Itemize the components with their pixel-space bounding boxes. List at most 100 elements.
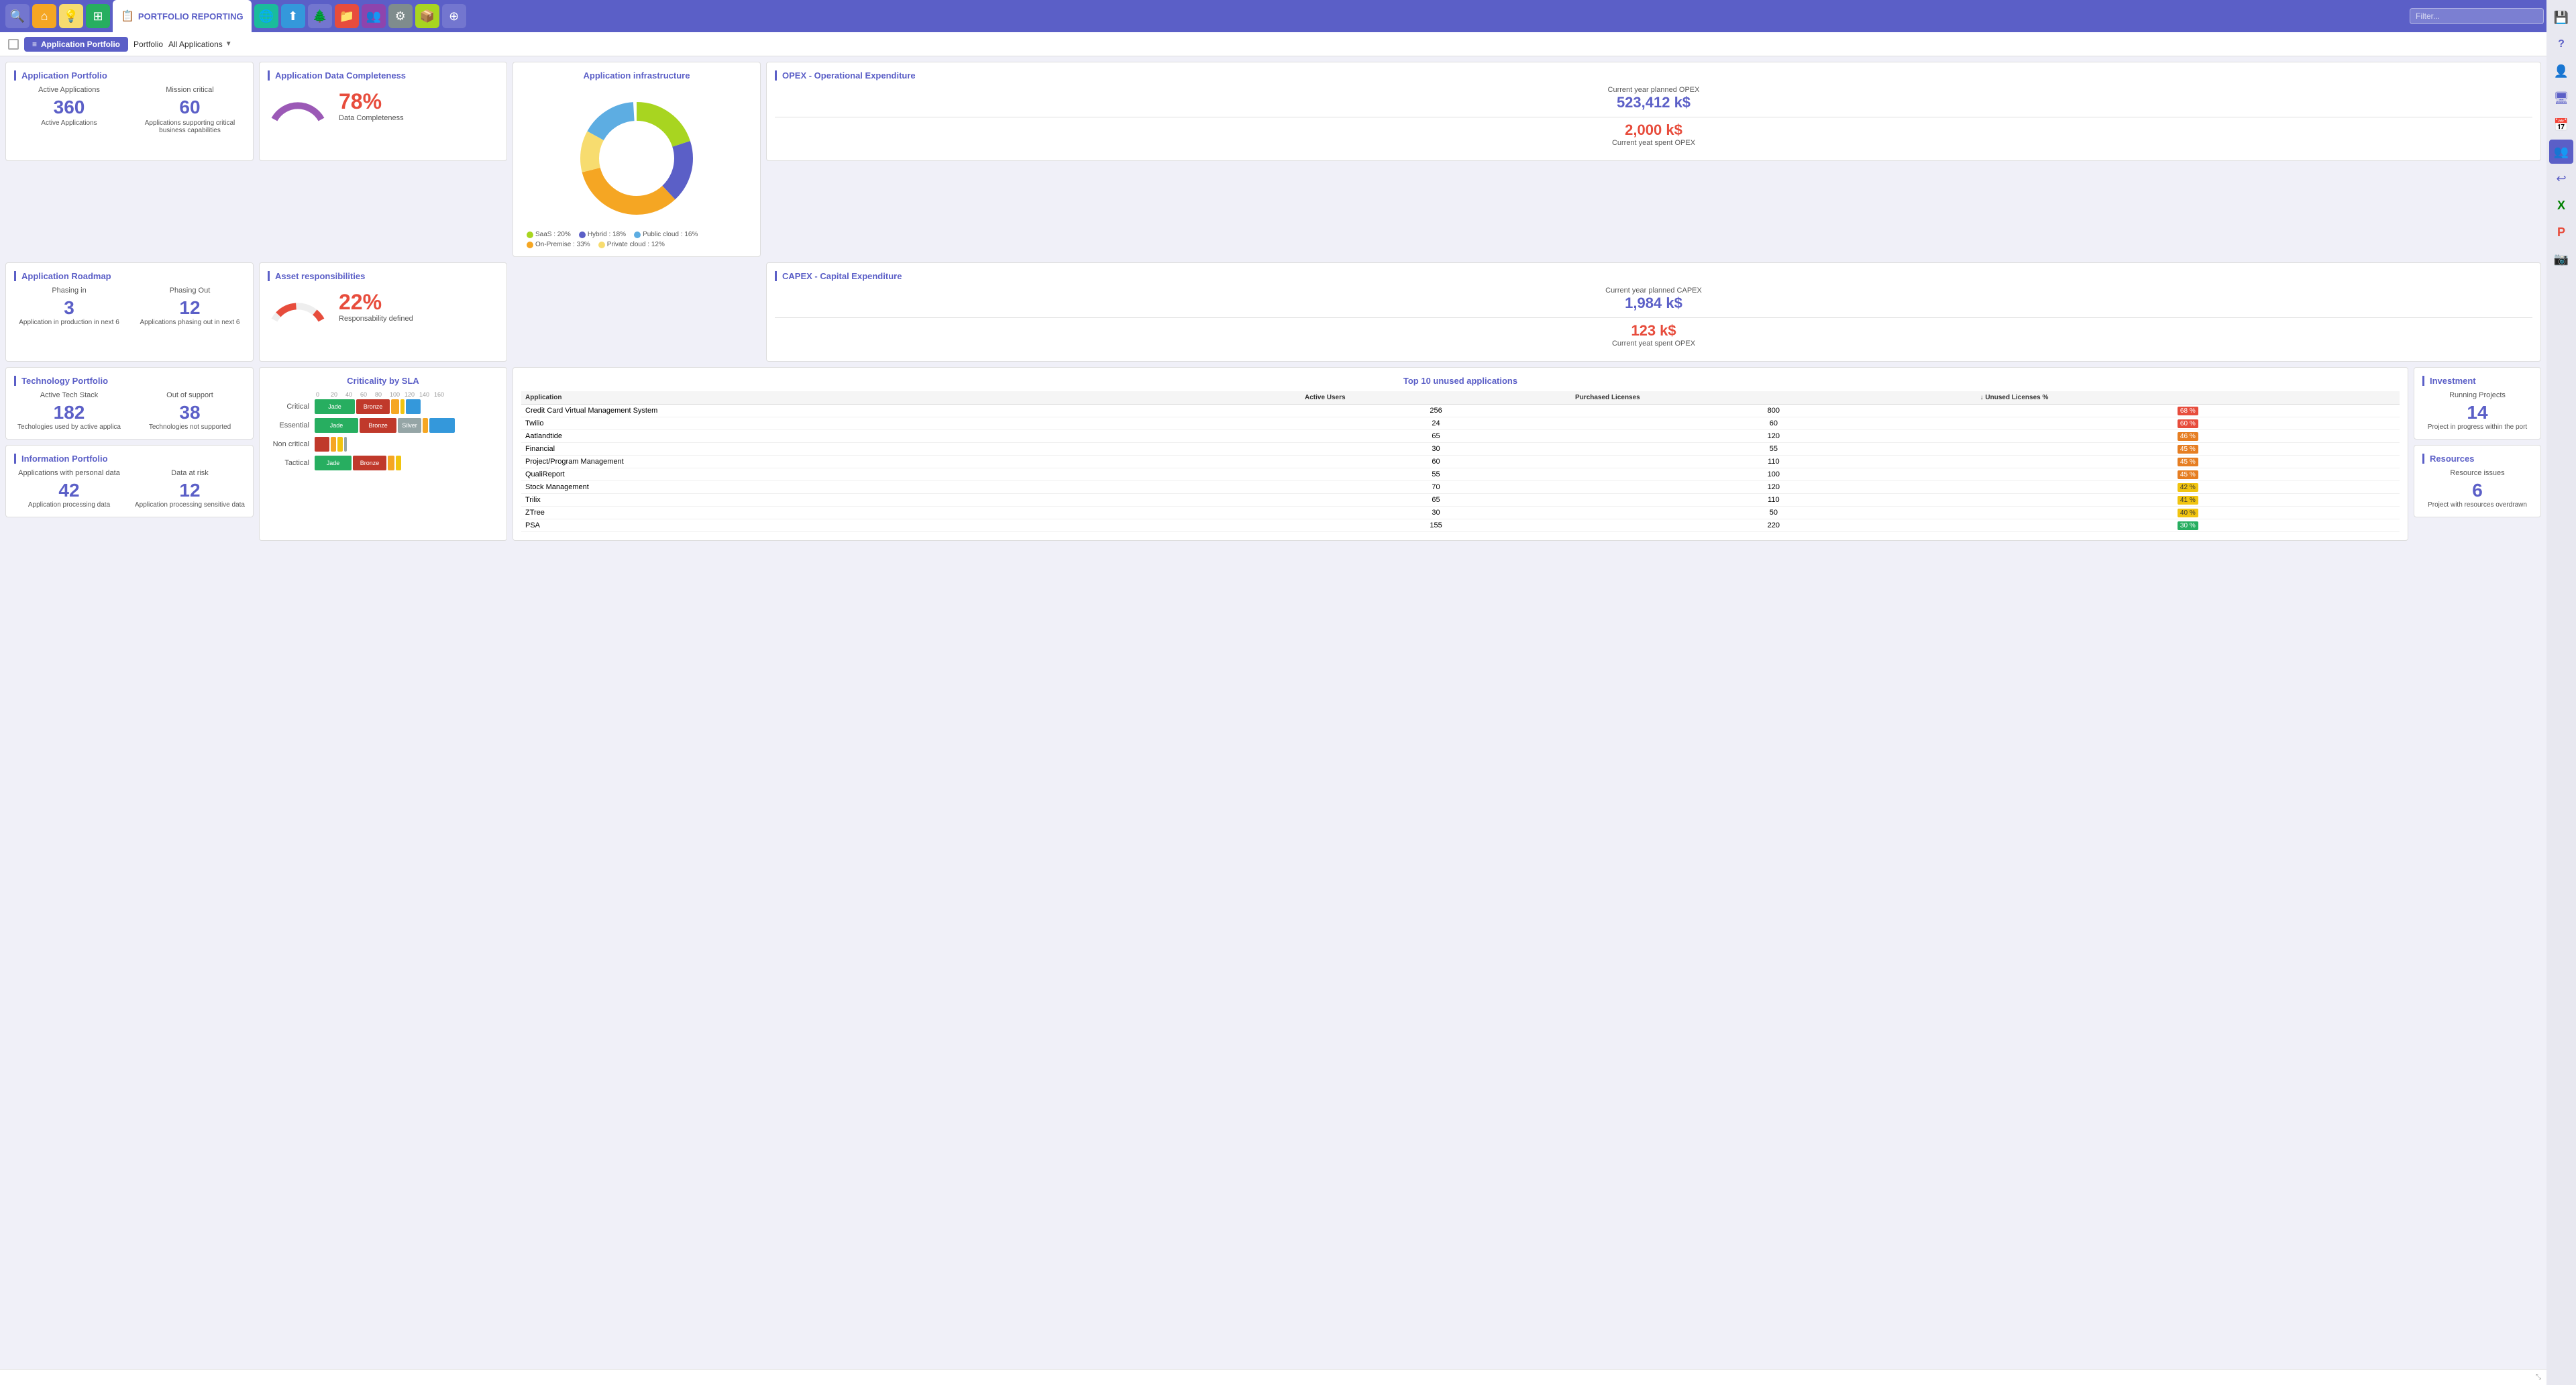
ppt-icon[interactable]: P [2549, 220, 2573, 244]
top10-card: Top 10 unused applications Application A… [513, 367, 2408, 541]
table-row: Twilio 24 60 60 % [521, 417, 2400, 430]
personal-data-value: 42 [14, 480, 124, 501]
monitor-icon[interactable]: 🖥 [2549, 86, 2573, 110]
user-icon[interactable]: 👤 [2549, 59, 2573, 83]
data-risk-col: Data at risk 12 Application processing s… [135, 469, 245, 509]
bulb-icon[interactable]: 💡 [59, 4, 83, 28]
axis-140: 140 [419, 391, 434, 398]
home-icon[interactable]: ⌂ [32, 4, 56, 28]
investment-card: Investment Running Projects 14 Project i… [2414, 367, 2541, 440]
help-icon[interactable]: ? [2549, 32, 2573, 56]
completeness-sub: Data Completeness [339, 114, 404, 122]
phasing-out-sub: Applications phasing out in next 6 [135, 319, 245, 326]
folder-icon[interactable]: 📁 [335, 4, 359, 28]
mission-label: Mission critical [135, 86, 245, 94]
sla-row-critical: Critical Jade Bronze [268, 399, 498, 414]
active-apps-sub: Active Applications [14, 119, 124, 127]
tab-menu-icon: ≡ [32, 40, 37, 49]
tab-label: PORTFOLIO REPORTING [138, 11, 244, 21]
critical-bar4 [400, 399, 405, 414]
checkbox[interactable] [8, 39, 19, 50]
active-tech-col: Active Tech Stack 182 Techologies used b… [14, 391, 124, 431]
infra-donut-svg [570, 91, 704, 225]
globe-icon[interactable]: 🌐 [254, 4, 278, 28]
essential-jade: Jade [315, 418, 358, 433]
running-projects-sub: Project in progress within the port [2422, 423, 2532, 431]
tree-icon[interactable]: 🌲 [308, 4, 332, 28]
layers-icon[interactable]: ⊞ [86, 4, 110, 28]
topnav: 🔍 ⌂ 💡 ⊞ 📋 PORTFOLIO REPORTING 🌐 ⬆ 🌲 📁 👥 … [0, 0, 2576, 32]
critical-bars: Jade Bronze [315, 399, 421, 414]
sla-row-tactical: Tactical Jade Bronze [268, 456, 498, 470]
noncritical-label: Non critical [268, 440, 315, 448]
opex-spent-value: 2,000 k$ [775, 121, 2532, 139]
axis-0: 0 [316, 391, 331, 398]
capex-planned-label: Current year planned CAPEX [775, 287, 2532, 295]
critical-bronze: Bronze [356, 399, 390, 414]
purchased-licenses: 800 [1571, 405, 1976, 417]
col-application: Application [521, 391, 1301, 405]
data-completeness-title: Application Data Completeness [268, 70, 498, 81]
upload-icon[interactable]: ⬆ [281, 4, 305, 28]
active-users: 155 [1301, 519, 1571, 532]
axis-80: 80 [375, 391, 390, 398]
row3: Technology Portfolio Active Tech Stack 1… [5, 367, 2541, 541]
personal-data-col: Applications with personal data 42 Appli… [14, 469, 124, 509]
info-portfolio-card: Information Portfolio Applications with … [5, 445, 254, 517]
asset-sub: Responsability defined [339, 315, 413, 323]
app-name: Financial [521, 443, 1301, 456]
search-icon[interactable]: 🔍 [5, 4, 30, 28]
data-risk-sub: Application processing sensitive data [135, 501, 245, 509]
unused-pct: 45 % [1976, 443, 2400, 456]
axis-100: 100 [390, 391, 405, 398]
capex-card: CAPEX - Capital Expenditure Current year… [766, 262, 2541, 362]
box-icon[interactable]: 📦 [415, 4, 439, 28]
app-portfolio-tab[interactable]: ≡ Application Portfolio [24, 37, 128, 52]
table-row: ZTree 30 50 40 % [521, 507, 2400, 519]
active-users: 70 [1301, 481, 1571, 494]
undo-icon[interactable]: ↩ [2549, 166, 2573, 191]
gear-icon[interactable]: ⚙ [388, 4, 413, 28]
app-name: Aatlandtide [521, 430, 1301, 443]
tactical-label: Tactical [268, 459, 315, 467]
asset-resp-title: Asset responsibilities [268, 271, 498, 281]
sla-axis: 0 20 40 60 80 100 120 140 160 [316, 391, 498, 398]
purchased-licenses: 110 [1571, 494, 1976, 507]
noncritical-bar3 [337, 437, 343, 452]
phasing-out-label: Phasing Out [135, 287, 245, 295]
sla-row-essential: Essential Jade Bronze Silver [268, 418, 498, 433]
unused-pct: 46 % [1976, 430, 2400, 443]
app-name: Credit Card Virtual Management System [521, 405, 1301, 417]
app-name: Twilio [521, 417, 1301, 430]
people-icon[interactable]: 👥 [362, 4, 386, 28]
people2-icon[interactable]: 👥 [2549, 140, 2573, 164]
resource-issues-label: Resource issues [2422, 469, 2532, 477]
opex-planned-value: 523,412 k$ [775, 94, 2532, 111]
active-tech-value: 182 [14, 402, 124, 423]
save-icon[interactable]: 💾 [2549, 5, 2573, 30]
completeness-percentage: 78% [339, 89, 404, 114]
portfolio-label: Portfolio [133, 40, 163, 49]
filter-input[interactable] [2410, 8, 2544, 24]
plus-icon[interactable]: ⊕ [442, 4, 466, 28]
criticality-title: Criticality by SLA [268, 376, 498, 386]
excel-icon[interactable]: X [2549, 193, 2573, 217]
calendar-icon[interactable]: 📅 [2549, 113, 2573, 137]
running-projects-value: 14 [2422, 402, 2532, 423]
table-row: Trilix 65 110 41 % [521, 494, 2400, 507]
top10-table: Application Active Users Purchased Licen… [521, 391, 2400, 532]
essential-bar4 [423, 418, 428, 433]
running-projects-label: Running Projects [2422, 391, 2532, 399]
resize-icon[interactable]: ⤡ [2536, 1374, 2541, 1381]
active-users: 65 [1301, 494, 1571, 507]
roadmap-title: Application Roadmap [14, 271, 245, 281]
purchased-licenses: 120 [1571, 481, 1976, 494]
portfolio-reporting-tab[interactable]: 📋 PORTFOLIO REPORTING [113, 0, 252, 32]
unused-pct: 60 % [1976, 417, 2400, 430]
camera-icon[interactable]: 📷 [2549, 247, 2573, 271]
chevron-down-icon: ▼ [225, 40, 232, 48]
essential-bronze: Bronze [360, 418, 396, 433]
portfolio-select[interactable]: All Applications ▼ [168, 40, 232, 49]
app-name: Stock Management [521, 481, 1301, 494]
active-apps-label: Active Applications [14, 86, 124, 94]
